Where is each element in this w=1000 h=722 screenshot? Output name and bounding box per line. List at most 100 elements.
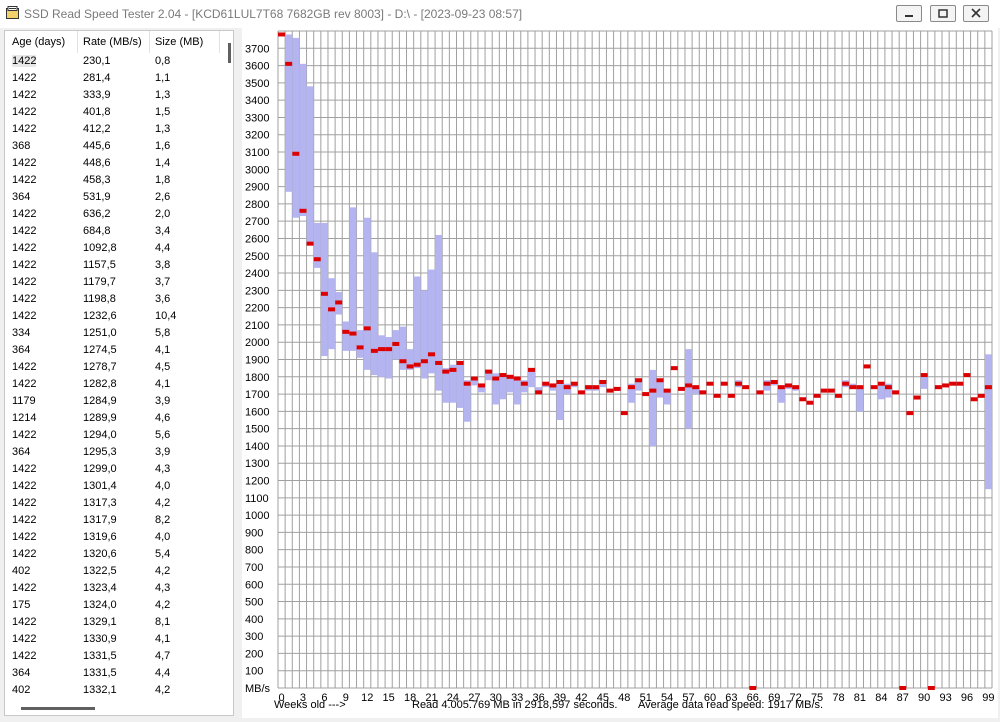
table-row[interactable]: 1422 412,2 1,3 <box>5 121 227 138</box>
mean-mark <box>642 392 650 397</box>
table-row[interactable]: 1422 1232,6 10,4 <box>5 308 227 325</box>
cell-age: 1422 <box>12 174 37 186</box>
table-row[interactable]: 1422 1179,7 3,7 <box>5 274 227 291</box>
table-row[interactable]: 1422 1092,8 4,4 <box>5 240 227 257</box>
vertical-scrollbar[interactable] <box>228 43 231 63</box>
cell-age: 1422 <box>12 548 37 560</box>
mean-mark <box>577 390 585 395</box>
close-icon <box>971 8 981 18</box>
list-rows: 1422 230,1 0,8 1422 281,4 1,1 1422 333,9 1,3 1422… <box>5 53 227 699</box>
table-row[interactable]: 1179 1284,9 3,9 <box>5 393 227 410</box>
mean-mark <box>792 385 800 390</box>
column-header-size[interactable]: Size (MB) <box>155 36 203 48</box>
table-row[interactable]: 1422 1278,7 4,5 <box>5 359 227 376</box>
cell-rate: 1282,8 <box>83 378 117 390</box>
cell-rate: 412,2 <box>83 123 111 135</box>
mean-mark <box>849 385 857 390</box>
mean-mark <box>863 364 871 369</box>
column-header-age[interactable]: Age (days) <box>12 36 65 48</box>
y-tick-label: 3200 <box>245 130 269 142</box>
cell-rate: 1319,6 <box>83 531 117 543</box>
cell-age: 1422 <box>12 514 37 526</box>
table-row[interactable]: 1422 1301,4 4,0 <box>5 478 227 495</box>
close-button[interactable] <box>963 5 989 22</box>
cell-age: 1422 <box>12 480 37 492</box>
x-tick-label: 99 <box>982 692 994 704</box>
table-row[interactable]: 1422 1319,6 4,0 <box>5 529 227 546</box>
cell-age: 1422 <box>12 531 37 543</box>
table-row[interactable]: 1422 1198,8 3,6 <box>5 291 227 308</box>
cell-size: 3,9 <box>155 395 171 407</box>
cell-age: 368 <box>12 140 31 152</box>
cell-age: 175 <box>12 599 31 611</box>
table-row[interactable]: 1422 1331,5 4,7 <box>5 648 227 665</box>
table-row[interactable]: 1422 1282,8 4,1 <box>5 376 227 393</box>
table-row[interactable]: 175 1324,0 4,2 <box>5 597 227 614</box>
cell-size: 3,4 <box>155 225 171 237</box>
table-row[interactable]: 1422 1299,0 4,3 <box>5 461 227 478</box>
table-row[interactable]: 1422 401,8 1,5 <box>5 104 227 121</box>
table-row[interactable]: 1422 1330,9 4,1 <box>5 631 227 648</box>
table-row[interactable]: 1422 1157,5 3,8 <box>5 257 227 274</box>
mean-mark <box>920 373 928 378</box>
table-row[interactable]: 364 1274,5 4,1 <box>5 342 227 359</box>
range-bar <box>435 235 443 391</box>
table-row[interactable]: 402 1332,1 4,2 <box>5 682 227 699</box>
table-row[interactable]: 402 1322,5 4,2 <box>5 563 227 580</box>
table-row[interactable]: 1422 1323,4 4,3 <box>5 580 227 597</box>
mean-mark <box>785 383 793 388</box>
table-row[interactable]: 368 445,6 1,6 <box>5 138 227 155</box>
mean-mark <box>435 360 443 365</box>
mean-mark <box>756 390 764 395</box>
table-row[interactable]: 1214 1289,9 4,6 <box>5 410 227 427</box>
table-row[interactable]: 1422 333,9 1,3 <box>5 87 227 104</box>
table-row[interactable]: 364 1295,3 3,9 <box>5 444 227 461</box>
range-bar <box>984 354 992 490</box>
table-row[interactable]: 1422 636,2 2,0 <box>5 206 227 223</box>
mean-mark <box>806 400 814 405</box>
table-row[interactable]: 1422 1317,9 8,2 <box>5 512 227 529</box>
horizontal-scrollbar[interactable] <box>21 707 95 710</box>
mean-mark <box>834 393 842 398</box>
mean-mark <box>406 364 414 369</box>
table-row[interactable]: 1422 1294,0 5,6 <box>5 427 227 444</box>
file-list[interactable]: Age (days) Rate (MB/s) Size (MB) 1422 230… <box>4 30 234 716</box>
range-bar <box>320 222 328 357</box>
cell-rate: 458,3 <box>83 174 111 186</box>
table-row[interactable]: 364 531,9 2,6 <box>5 189 227 206</box>
range-bar <box>328 278 336 350</box>
mean-mark <box>892 390 900 395</box>
cell-rate: 1232,6 <box>83 310 117 322</box>
y-tick-label: 3100 <box>245 147 269 159</box>
table-row[interactable]: 334 1251,0 5,8 <box>5 325 227 342</box>
table-row[interactable]: 364 1331,5 4,4 <box>5 665 227 682</box>
table-row[interactable]: 1422 458,3 1,8 <box>5 172 227 189</box>
table-row[interactable]: 1422 230,1 0,8 <box>5 53 227 70</box>
range-bar <box>463 380 471 422</box>
cell-age: 1422 <box>12 293 37 305</box>
cell-size: 1,1 <box>155 72 171 84</box>
y-tick-label: 600 <box>245 579 263 591</box>
table-row[interactable]: 1422 1320,6 5,4 <box>5 546 227 563</box>
table-row[interactable]: 1422 684,8 3,4 <box>5 223 227 240</box>
y-tick-label: 2800 <box>245 199 269 211</box>
cell-age: 364 <box>12 446 31 458</box>
mean-mark <box>399 359 407 364</box>
mean-mark <box>535 390 543 395</box>
column-header-rate[interactable]: Rate (MB/s) <box>83 36 142 48</box>
mean-mark <box>727 393 735 398</box>
maximize-button[interactable] <box>930 5 956 22</box>
table-row[interactable]: 1422 1329,1 8,1 <box>5 614 227 631</box>
minimize-button[interactable] <box>896 5 922 22</box>
table-row[interactable]: 1422 448,6 1,4 <box>5 155 227 172</box>
cell-rate: 1322,5 <box>83 565 117 577</box>
y-tick-label: 200 <box>245 648 263 660</box>
mean-mark <box>585 385 593 390</box>
y-tick-label: 2600 <box>245 233 269 245</box>
cell-rate: 636,2 <box>83 208 111 220</box>
y-tick-label: 3500 <box>245 78 269 90</box>
table-row[interactable]: 1422 281,4 1,1 <box>5 70 227 87</box>
range-bar <box>356 330 364 358</box>
cell-size: 1,4 <box>155 157 171 169</box>
table-row[interactable]: 1422 1317,3 4,2 <box>5 495 227 512</box>
